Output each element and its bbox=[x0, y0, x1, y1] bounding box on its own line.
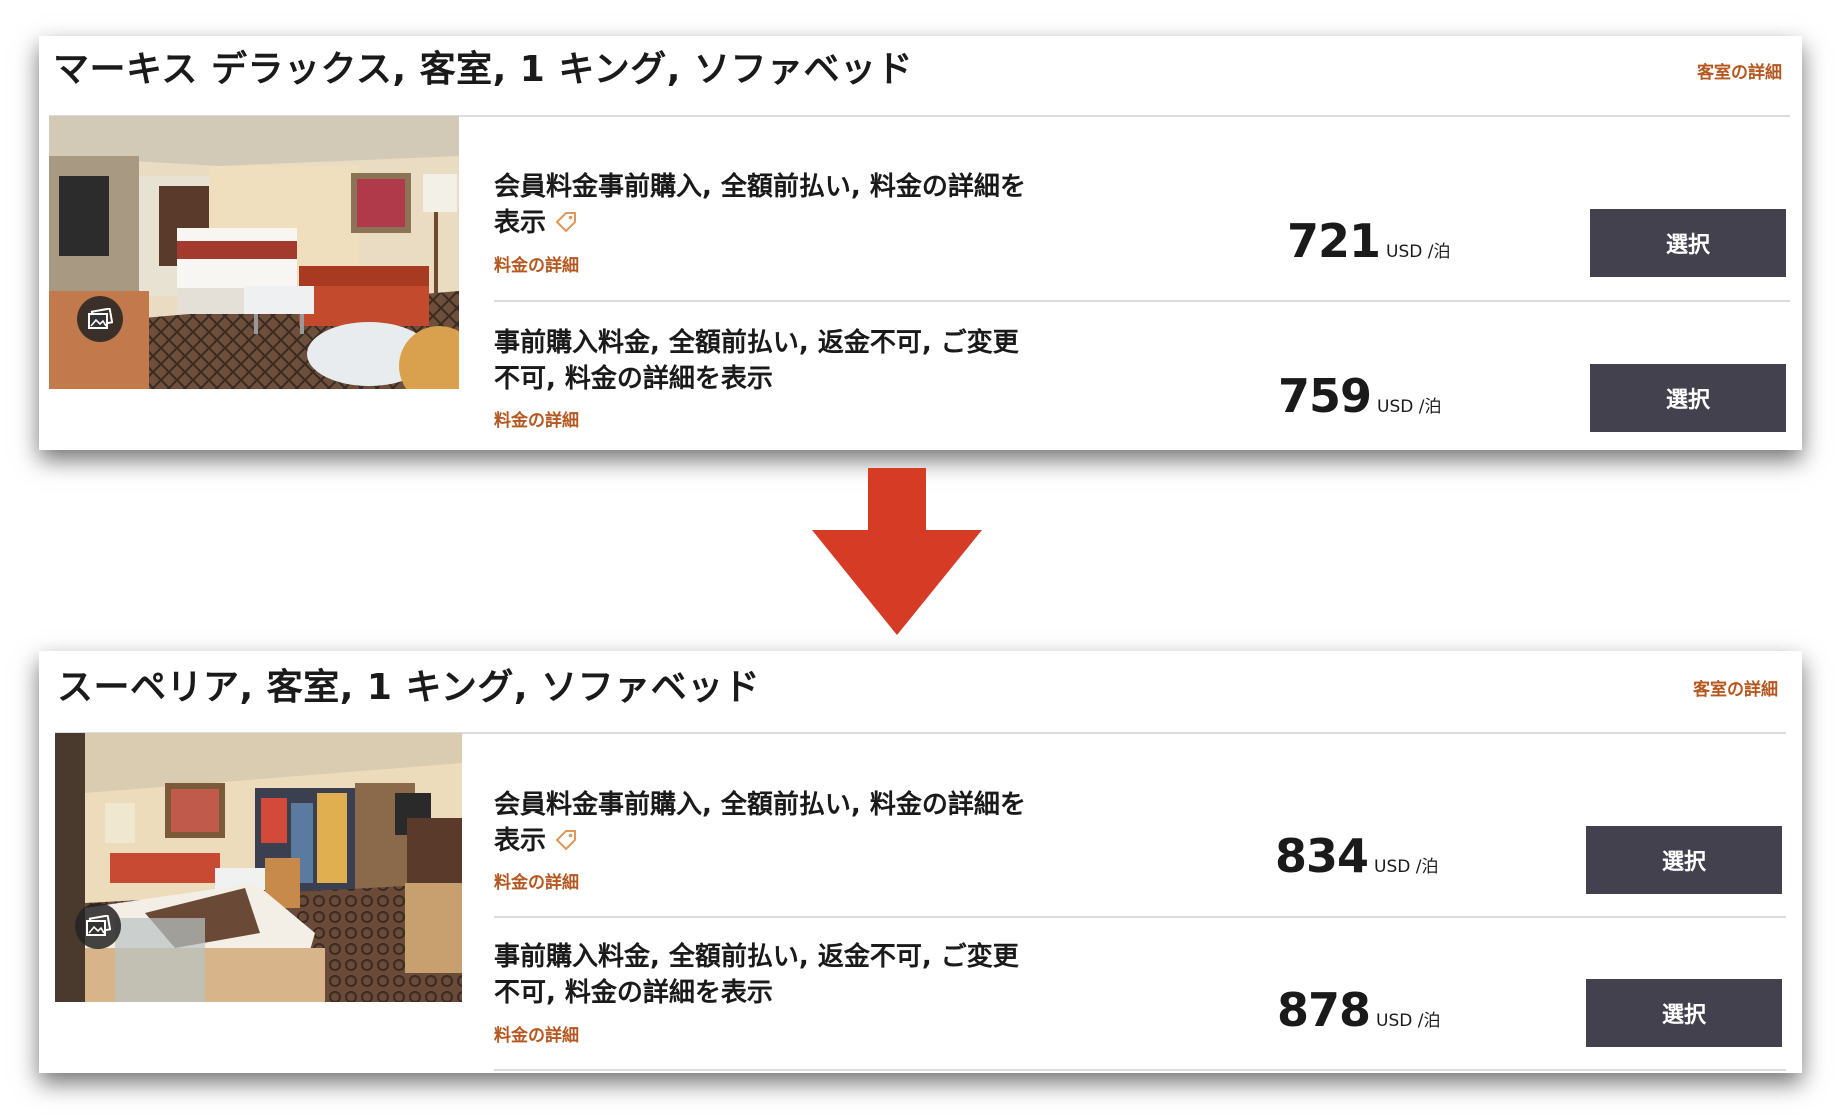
divider bbox=[494, 1069, 1786, 1071]
room-details-link[interactable]: 客室の詳細 bbox=[1697, 58, 1782, 83]
room-photo-image bbox=[55, 733, 462, 1002]
price: 759 USD /泊 bbox=[1278, 369, 1442, 423]
rate-name: 会員料金事前購入, 全額前払い, 料金の詳細を表示 bbox=[494, 169, 1034, 242]
room-card-marquis-deluxe: マーキス デラックス, 客室, 1 キング, ソファベッド 客室の詳細 会員料金… bbox=[39, 36, 1802, 450]
room-title: マーキス デラックス, 客室, 1 キング, ソファベッド bbox=[53, 49, 914, 90]
room-card-superior: スーペリア, 客室, 1 キング, ソファベッド 客室の詳細 会員料金事前購入,… bbox=[39, 651, 1802, 1073]
price-amount: 759 bbox=[1278, 369, 1372, 423]
select-button[interactable]: 選択 bbox=[1586, 979, 1782, 1047]
price: 834 USD /泊 bbox=[1275, 829, 1439, 883]
member-tag-icon bbox=[554, 824, 578, 860]
rate-name: 事前購入料金, 全額前払い, 返金不可, ご変更不可, 料金の詳細を表示 bbox=[494, 328, 1019, 394]
select-button[interactable]: 選択 bbox=[1590, 209, 1786, 277]
rate-name: 事前購入料金, 全額前払い, 返金不可, ご変更不可, 料金の詳細を表示 bbox=[494, 942, 1019, 1008]
select-button[interactable]: 選択 bbox=[1590, 364, 1786, 432]
photo-gallery-icon[interactable] bbox=[75, 903, 121, 949]
rate-name: 会員料金事前購入, 全額前払い, 料金の詳細を表示 bbox=[494, 787, 1034, 860]
down-arrow-icon bbox=[812, 468, 982, 635]
rate-details-link[interactable]: 料金の詳細 bbox=[494, 1021, 579, 1046]
room-photo[interactable] bbox=[55, 733, 462, 1002]
rate-details-link[interactable]: 料金の詳細 bbox=[494, 251, 579, 276]
divider bbox=[494, 300, 1790, 302]
price: 721 USD /泊 bbox=[1287, 214, 1451, 268]
room-photo[interactable] bbox=[49, 116, 459, 389]
price-amount: 834 bbox=[1275, 829, 1369, 883]
member-tag-icon bbox=[554, 206, 578, 242]
rate-details-link[interactable]: 料金の詳細 bbox=[494, 406, 579, 431]
price-unit: USD /泊 bbox=[1377, 397, 1442, 417]
price-amount: 721 bbox=[1287, 214, 1381, 268]
rate-details-link[interactable]: 料金の詳細 bbox=[494, 868, 579, 893]
photo-gallery-icon[interactable] bbox=[77, 296, 123, 342]
price-unit: USD /泊 bbox=[1376, 1011, 1441, 1031]
divider bbox=[494, 916, 1786, 918]
price-amount: 878 bbox=[1277, 983, 1371, 1037]
price-unit: USD /泊 bbox=[1374, 857, 1439, 877]
room-details-link[interactable]: 客室の詳細 bbox=[1693, 675, 1778, 700]
room-photo-image bbox=[49, 116, 459, 389]
select-button[interactable]: 選択 bbox=[1586, 826, 1782, 894]
room-title: スーペリア, 客室, 1 キング, ソファベッド bbox=[57, 667, 761, 708]
price: 878 USD /泊 bbox=[1277, 983, 1441, 1037]
price-unit: USD /泊 bbox=[1386, 242, 1451, 262]
